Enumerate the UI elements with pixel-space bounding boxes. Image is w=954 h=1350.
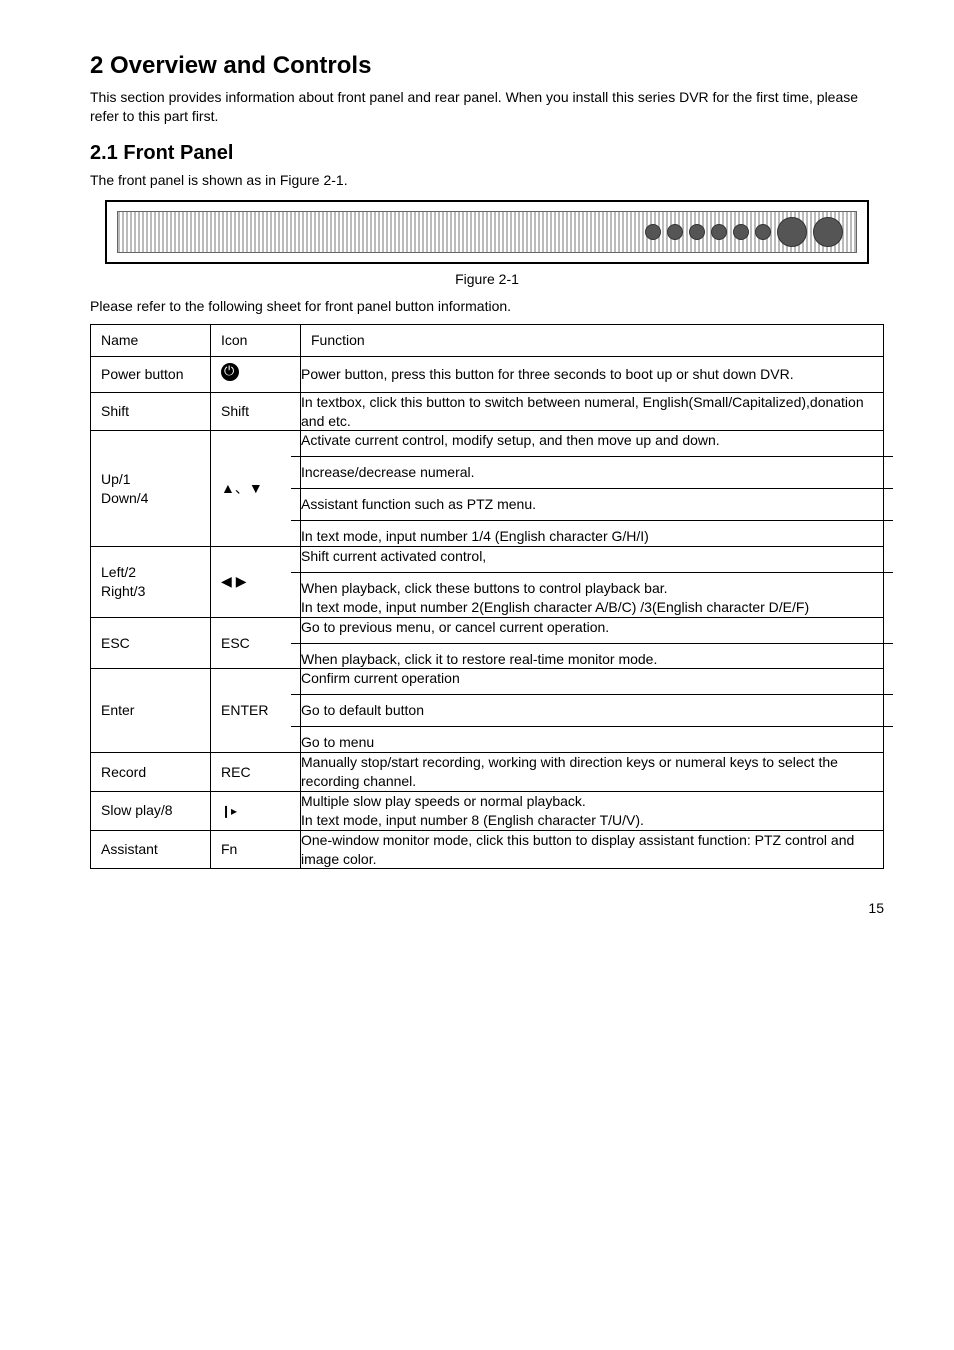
front-panel-figure [105, 200, 869, 264]
icon-text: Fn [221, 841, 237, 857]
cell-name: ESC [91, 617, 211, 669]
cell-name: Shift [91, 392, 211, 431]
power-icon [221, 363, 239, 381]
cell-name: Slow play/8 [91, 791, 211, 830]
cell-function: Go to previous menu, or cancel current o… [301, 617, 884, 669]
cell-function: One-window monitor mode, click this butt… [301, 830, 884, 869]
cell-function: Shift current activated control,When pla… [301, 546, 884, 617]
front-panel-paragraph: The front panel is shown as in Figure 2-… [90, 171, 884, 190]
table-row: ESC ESC Go to previous menu, or cancel cur… [91, 617, 884, 669]
cell-name: Up/1 Down/4 [91, 431, 211, 547]
cell-icon [211, 356, 301, 392]
front-panel-figure-inner [117, 211, 857, 253]
figure-caption: Figure 2-1 [90, 270, 884, 289]
function-text: When playback, click these buttons to co… [291, 572, 893, 623]
front-panel-table: Name Icon Function Power buttonPower but… [90, 324, 884, 870]
cell-name: Power button [91, 356, 211, 392]
intro-paragraph: This section provides information about … [90, 88, 884, 126]
function-text: Power button, press this button for thre… [291, 359, 893, 390]
cell-name: Assistant [91, 830, 211, 869]
icon-text: ESC [221, 635, 250, 651]
function-text: Activate current control, modify setup, … [291, 425, 893, 456]
function-text: Assistant function such as PTZ menu. [291, 488, 893, 520]
cell-name: Record [91, 753, 211, 792]
cell-icon [211, 546, 301, 617]
slow-play-icon [221, 802, 237, 818]
cell-icon: Fn [211, 830, 301, 869]
cell-name: Enter [91, 669, 211, 753]
function-text: Increase/decrease numeral. [291, 456, 893, 488]
table-header-row: Name Icon Function [91, 324, 884, 356]
function-text: Go to default button [291, 694, 893, 726]
header-name: Name [91, 324, 211, 356]
arrow-right-icon [236, 573, 247, 589]
cell-function: Confirm current operationGo to default b… [301, 669, 884, 753]
panel-button-icon [711, 224, 727, 240]
function-text: One-window monitor mode, click this butt… [291, 825, 893, 875]
cell-icon: Shift [211, 392, 301, 431]
panel-button-icon [733, 224, 749, 240]
panel-jog-icon [777, 217, 807, 247]
panel-button-icon [667, 224, 683, 240]
table-lead-paragraph: Please refer to the following sheet for … [90, 297, 884, 316]
panel-button-icon [755, 224, 771, 240]
table-row: Up/1 Down/4、Activate current control, mo… [91, 431, 884, 547]
icon-text: REC [221, 764, 251, 780]
icon-text: Shift [221, 403, 249, 419]
arrow-left-icon [221, 573, 232, 589]
cell-name: Left/2 Right/3 [91, 546, 211, 617]
arrow-up-icon [221, 480, 235, 496]
section-heading: 2 Overview and Controls [90, 50, 884, 82]
page-number: 15 [90, 899, 884, 918]
arrow-down-icon [249, 480, 263, 496]
cell-icon: ENTER [211, 669, 301, 753]
cell-icon [211, 791, 301, 830]
panel-button-icon [645, 224, 661, 240]
cell-icon: REC [211, 753, 301, 792]
table-row: Assistant Fn One-window monitor mode, clic… [91, 830, 884, 869]
icon-text: ENTER [221, 702, 268, 718]
header-function: Function [301, 324, 884, 356]
table-row: Enter ENTER Confirm current operationGo to… [91, 669, 884, 753]
table-row: Left/2 Right/3 Shift current activated co… [91, 546, 884, 617]
cell-icon: ESC [211, 617, 301, 669]
panel-button-icon [689, 224, 705, 240]
panel-dial-icon [813, 217, 843, 247]
cell-icon: 、 [211, 431, 301, 547]
cell-function: Activate current control, modify setup, … [301, 431, 884, 547]
subsection-heading: 2.1 Front Panel [90, 140, 884, 167]
header-icon: Icon [211, 324, 301, 356]
